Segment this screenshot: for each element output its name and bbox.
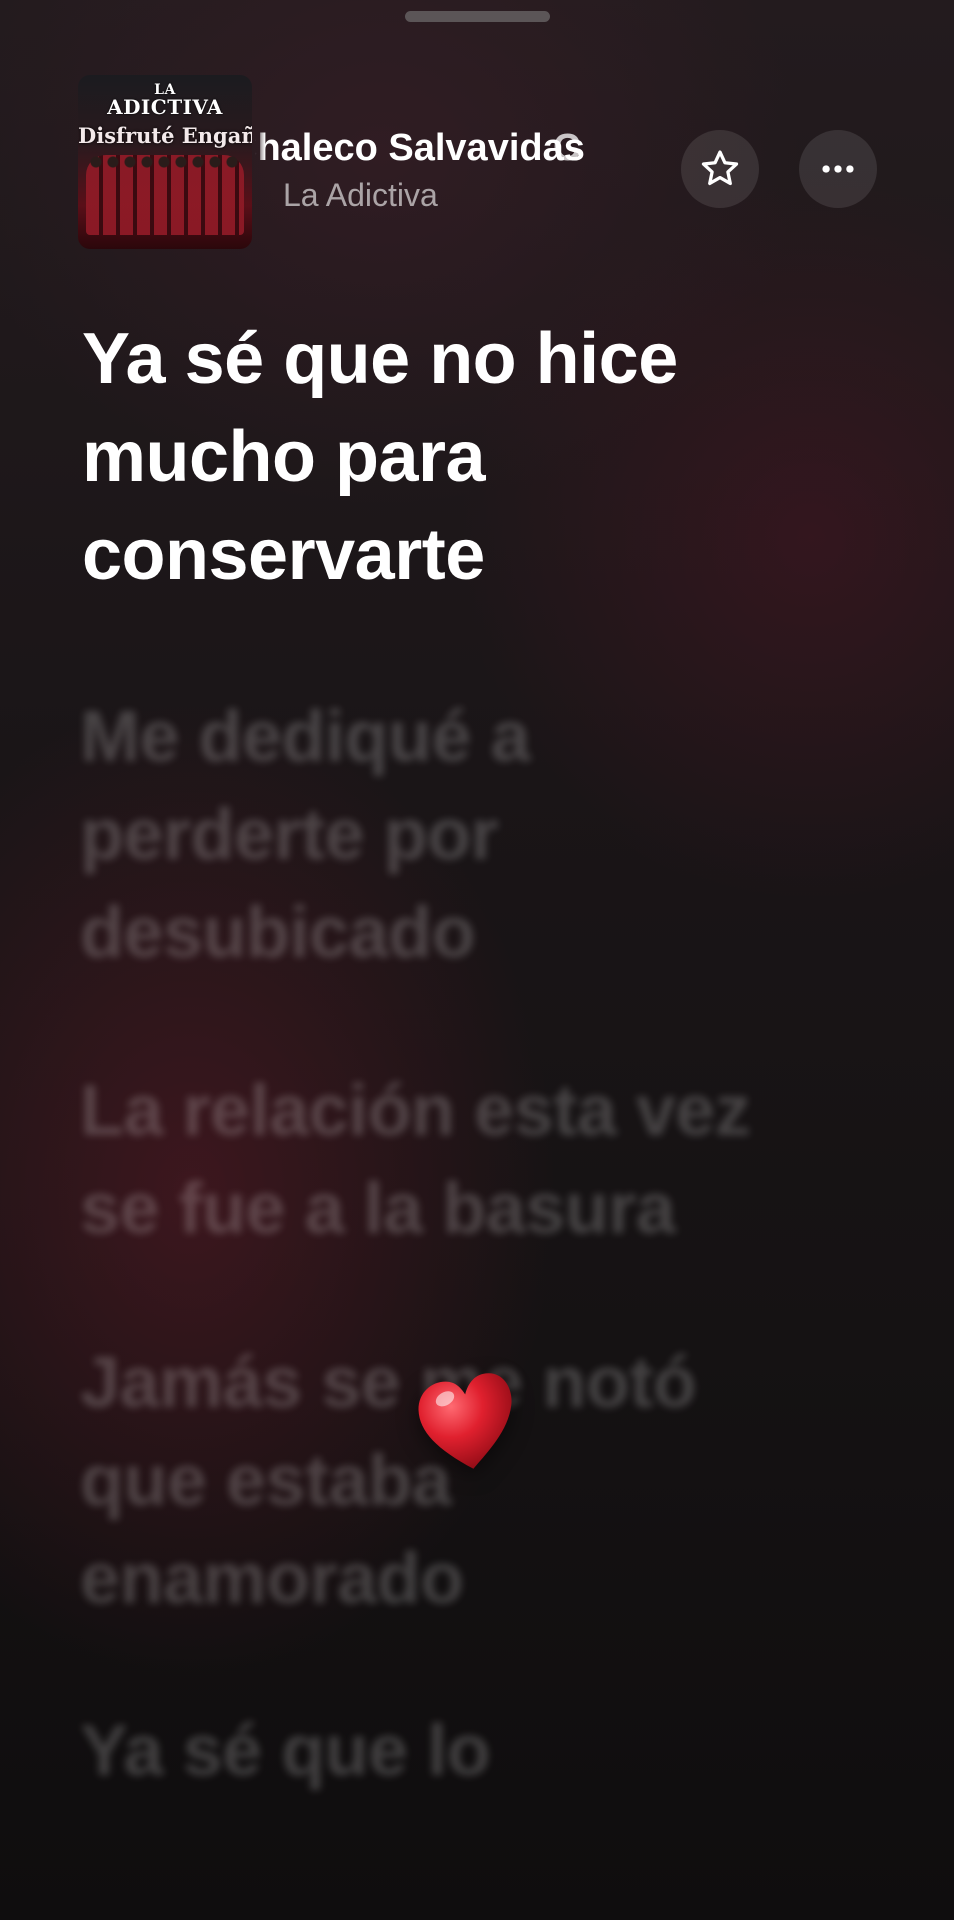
album-artwork[interactable]: LA ADICTIVA Disfruté Engañarte (78, 75, 252, 249)
now-playing-header: LA ADICTIVA Disfruté Engañarte Chaleco S… (78, 75, 954, 250)
more-options-button[interactable] (799, 130, 877, 208)
artwork-album-name: Disfruté Engañarte (78, 123, 252, 148)
artwork-heads (88, 155, 242, 169)
lyric-line: Me dediqué a (80, 697, 531, 777)
lyric-line: La relación esta vez (80, 1071, 751, 1151)
artist-name[interactable]: La Adictiva (283, 177, 438, 214)
ellipsis-icon (822, 165, 854, 173)
current-lyric[interactable]: Ya sé que no hice mucho para conservarte (82, 310, 842, 604)
heart-icon (418, 1373, 512, 1469)
artwork-band-name: ADICTIVA (107, 95, 223, 119)
lyric-line: Ya sé que no hice (82, 319, 678, 399)
upcoming-lyric[interactable]: Me dediqué a perderte por desubicado (80, 688, 840, 982)
upcoming-lyric[interactable]: Ya sé que lo (80, 1702, 840, 1800)
upcoming-lyric[interactable]: La relación esta vez se fue a la basura (80, 1062, 840, 1258)
lyric-line: perderte por (80, 795, 499, 875)
song-title: Chaleco Salvavidas (255, 127, 655, 170)
song-title-text: Chaleco Salvavidas (255, 127, 585, 169)
song-title-marquee-peek: C (553, 127, 581, 169)
lyric-line: enamorado (80, 1539, 464, 1619)
lyric-line: mucho para (82, 417, 486, 497)
favorite-button[interactable] (681, 130, 759, 208)
lyric-line: Ya sé que lo (80, 1711, 491, 1791)
sheet-grabber[interactable] (405, 11, 550, 22)
star-icon (701, 150, 739, 186)
lyric-line: desubicado (80, 893, 476, 973)
lyric-line: se fue a la basura (80, 1169, 676, 1249)
lyric-line: conservarte (82, 515, 485, 595)
